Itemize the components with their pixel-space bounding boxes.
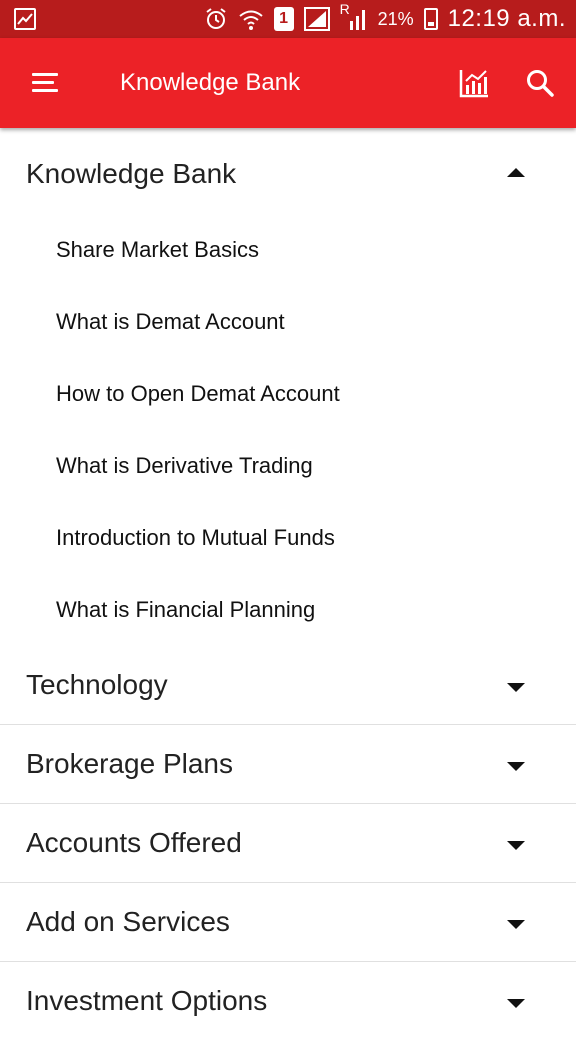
chevron-up-icon[interactable] [507,168,525,177]
app-bar: Knowledge Bank [0,38,576,128]
section-investment-options[interactable]: Investment Options [0,962,576,1040]
list-item-how-to-open-demat-account[interactable]: How to Open Demat Account [0,358,576,430]
alarm-icon [204,7,228,31]
list-item-label: What is Derivative Trading [56,453,313,478]
section-label: Add on Services [26,906,230,937]
list-item-what-is-derivative-trading[interactable]: What is Derivative Trading [0,430,576,502]
wifi-icon [238,7,264,31]
status-bar: 1 R 21% 12:19 a.m. [0,0,576,38]
section-technology[interactable]: Technology [0,646,576,724]
battery-percent: 21% [377,8,414,29]
chevron-down-icon[interactable] [507,683,525,692]
section-add-on-services[interactable]: Add on Services [0,883,576,961]
status-icons: 1 R 21% 12:19 a.m. [204,0,566,38]
section-label: Knowledge Bank [26,158,237,189]
section-brokerage-plans[interactable]: Brokerage Plans [0,725,576,803]
signal-icon [303,7,330,31]
clock: 12:19 a.m. [447,5,566,32]
list-item-introduction-to-mutual-funds[interactable]: Introduction to Mutual Funds [0,502,576,574]
section-label: Accounts Offered [26,827,242,858]
section-label: Investment Options [26,985,268,1016]
chevron-down-icon[interactable] [507,841,525,850]
section-knowledge-bank[interactable]: Knowledge Bank [0,128,576,214]
sim-icon: 1 [273,7,294,31]
list-item-label: What is Demat Account [56,309,285,334]
list-item-label: Introduction to Mutual Funds [56,525,335,550]
chevron-down-icon[interactable] [507,920,525,929]
list-item-label: What is Financial Planning [56,597,316,622]
list-item-what-is-demat-account[interactable]: What is Demat Account [0,286,576,358]
chart-icon[interactable] [458,67,490,99]
section-label: Technology [26,669,168,700]
roaming-signal-icon: R [340,1,368,31]
chevron-down-icon[interactable] [507,999,525,1008]
list-item-label: How to Open Demat Account [56,381,340,406]
list-item-label: Share Market Basics [56,237,259,262]
list-item-share-market-basics[interactable]: Share Market Basics [0,214,576,286]
section-accounts-offered[interactable]: Accounts Offered [0,804,576,882]
list-item-what-is-financial-planning[interactable]: What is Financial Planning [0,574,576,646]
battery-icon [423,8,438,30]
menu-icon[interactable] [30,69,62,97]
page-title: Knowledge Bank [120,69,301,96]
section-label: Brokerage Plans [26,748,234,779]
search-icon[interactable] [524,67,556,99]
image-icon [14,8,36,30]
roaming-letter: R [339,1,350,17]
accordion-list: Knowledge Bank Share Market Basics What … [0,128,576,1024]
chevron-down-icon[interactable] [507,762,525,771]
